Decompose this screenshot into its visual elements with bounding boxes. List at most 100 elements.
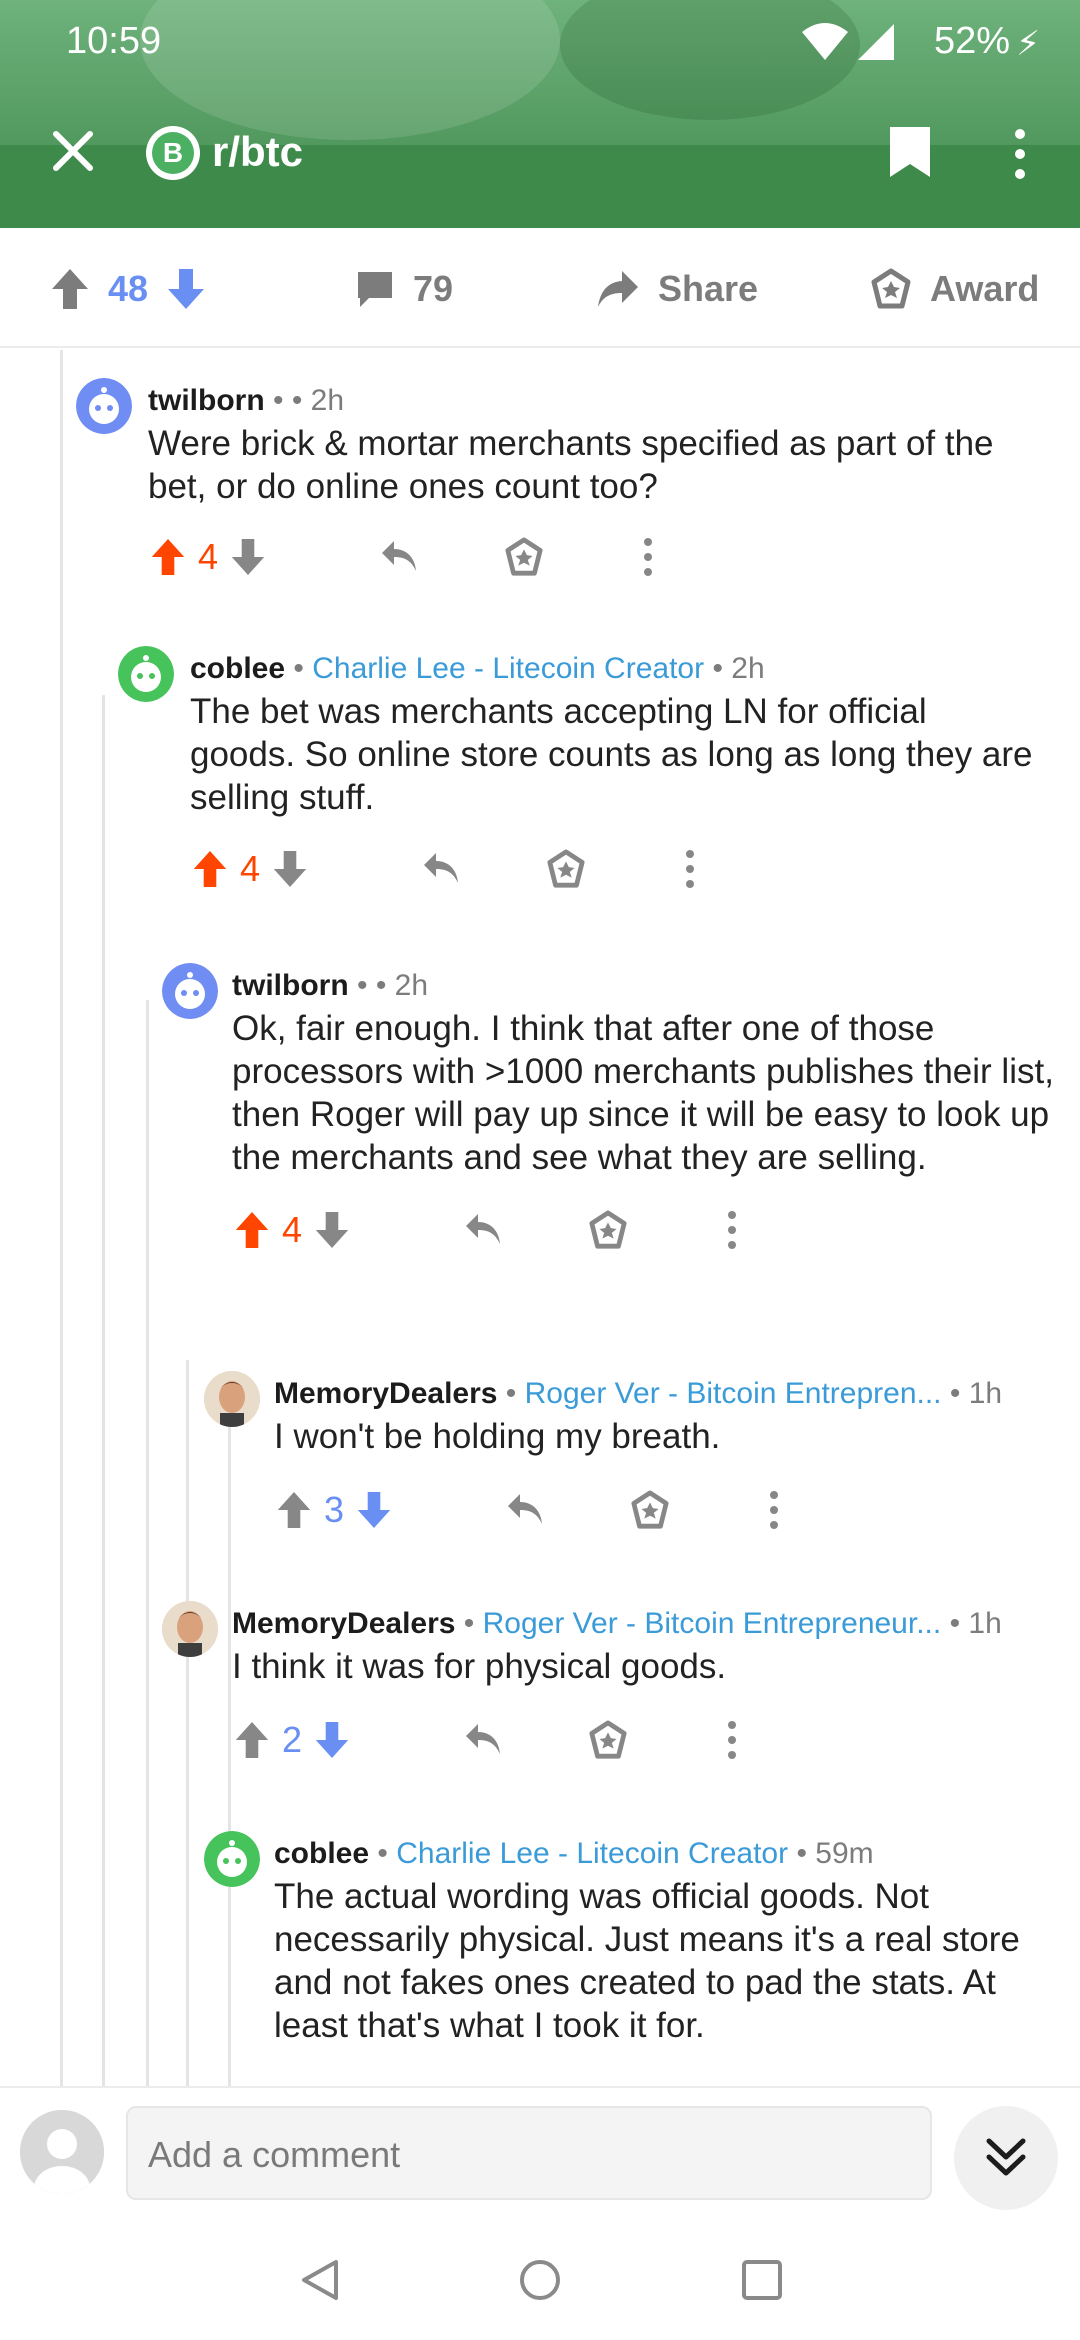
- comment-body: I think it was for physical goods.: [232, 1647, 727, 1686]
- downvote-icon[interactable]: [166, 267, 206, 311]
- comment-score: 3: [324, 1489, 345, 1530]
- award-icon[interactable]: [504, 532, 544, 582]
- award-icon[interactable]: [588, 1715, 628, 1765]
- comment-meta: twilborn • • 2h: [232, 969, 428, 1003]
- comment-author[interactable]: MemoryDealers: [274, 1377, 497, 1410]
- comment-actions: 3: [276, 1485, 1056, 1535]
- comment-composer: Add a comment: [0, 2086, 1080, 2216]
- upvote-icon[interactable]: [276, 1490, 312, 1530]
- avatar[interactable]: [204, 1371, 260, 1427]
- thread-line[interactable]: [186, 1360, 189, 2086]
- current-user-avatar[interactable]: [20, 2110, 104, 2194]
- comment-meta: coblee • Charlie Lee - Litecoin Creator …: [274, 1837, 874, 1871]
- user-flair: Roger Ver - Bitcoin Entrepren...: [524, 1377, 942, 1410]
- more-options-icon[interactable]: [684, 844, 696, 894]
- comment-score: 4: [240, 848, 261, 889]
- reply-icon[interactable]: [506, 1485, 546, 1535]
- meta-separator: •: [497, 1377, 525, 1410]
- meta-separator: •: [264, 384, 292, 417]
- recents-icon[interactable]: [740, 2258, 784, 2302]
- thread-line[interactable]: [60, 350, 63, 2086]
- comment-meta: coblee • Charlie Lee - Litecoin Creator …: [190, 652, 765, 686]
- status-bar: 10:59 52% ⚡: [0, 18, 1080, 68]
- share-button[interactable]: Share: [596, 264, 758, 314]
- reply-icon[interactable]: [464, 1715, 504, 1765]
- upvote-icon[interactable]: [150, 537, 186, 577]
- avatar[interactable]: [162, 1601, 218, 1657]
- thread-line[interactable]: [146, 1000, 149, 2086]
- comment-author[interactable]: MemoryDealers: [232, 1607, 455, 1640]
- comment-thread[interactable]: twilborn • • 2h Were brick & mortar merc…: [0, 350, 1080, 2086]
- post-action-bar: 48 79 Share Award: [0, 228, 1080, 348]
- comment-body: Were brick & mortar merchants specified …: [148, 424, 994, 506]
- award-icon[interactable]: [588, 1205, 628, 1255]
- add-comment-input[interactable]: Add a comment: [126, 2106, 932, 2200]
- upvote-icon[interactable]: [234, 1720, 270, 1760]
- subreddit-name[interactable]: r/btc: [212, 128, 303, 176]
- comment-score: 4: [282, 1209, 303, 1250]
- thread-line[interactable]: [102, 695, 105, 2086]
- vote-group: 4: [234, 1205, 350, 1255]
- award-icon: [871, 268, 911, 309]
- more-options-icon[interactable]: [726, 1205, 738, 1255]
- downvote-icon[interactable]: [314, 1720, 350, 1760]
- home-icon[interactable]: [518, 2258, 562, 2302]
- next-comment-button[interactable]: [954, 2106, 1058, 2210]
- comment-body: I won't be holding my breath.: [274, 1417, 721, 1456]
- award-icon[interactable]: [630, 1485, 670, 1535]
- bookmark-icon[interactable]: [887, 124, 933, 180]
- comments-count-button[interactable]: 79: [355, 264, 453, 314]
- default-avatar-icon: [20, 2110, 104, 2194]
- avatar[interactable]: [118, 646, 174, 702]
- avatar[interactable]: [204, 1831, 260, 1887]
- upvote-icon[interactable]: [50, 267, 90, 311]
- comment-body: The bet was merchants accepting LN for o…: [190, 692, 1033, 817]
- snoo-avatar-icon: [162, 963, 218, 1019]
- award-button[interactable]: Award: [870, 264, 1039, 314]
- downvote-icon[interactable]: [230, 537, 266, 577]
- upvote-icon[interactable]: [234, 1210, 270, 1250]
- comment-age: • 59m: [796, 1837, 874, 1870]
- comment-age: • 1h: [949, 1377, 1003, 1410]
- reply-icon[interactable]: [380, 532, 420, 582]
- upvote-icon[interactable]: [192, 849, 228, 889]
- award-icon[interactable]: [546, 844, 586, 894]
- more-options-icon[interactable]: [642, 532, 654, 582]
- top-nav: B r/btc: [0, 120, 1080, 190]
- downvote-icon[interactable]: [272, 849, 308, 889]
- comment-author[interactable]: coblee: [190, 652, 285, 685]
- reply-icon[interactable]: [464, 1205, 504, 1255]
- share-label: Share: [658, 268, 759, 309]
- comment-age: • 2h: [291, 384, 345, 417]
- comment-author[interactable]: coblee: [274, 1837, 369, 1870]
- reply-icon[interactable]: [422, 844, 462, 894]
- comment-body: The actual wording was official goods. N…: [274, 1877, 1020, 2045]
- post-score: 48: [108, 268, 149, 309]
- status-time: 10:59: [66, 20, 162, 62]
- comment-actions: 2: [234, 1715, 1054, 1765]
- avatar[interactable]: [76, 378, 132, 434]
- comment-author[interactable]: twilborn: [232, 969, 349, 1002]
- meta-separator: •: [285, 652, 313, 685]
- comment-author[interactable]: twilborn: [148, 384, 265, 417]
- comment-meta: twilborn • • 2h: [148, 384, 344, 418]
- comment-score: 4: [198, 536, 219, 577]
- system-navigation-bar: [0, 2216, 1080, 2340]
- meta-separator: •: [455, 1607, 483, 1640]
- app-header: 10:59 52% ⚡ B r/btc: [0, 0, 1080, 228]
- meta-separator: •: [348, 969, 376, 1002]
- downvote-icon[interactable]: [356, 1490, 392, 1530]
- more-options-icon[interactable]: [726, 1715, 738, 1765]
- award-label: Award: [930, 268, 1040, 309]
- more-options-icon[interactable]: [1010, 126, 1030, 182]
- battery-level: 52%: [933, 20, 1010, 62]
- more-options-icon[interactable]: [768, 1485, 780, 1535]
- close-icon[interactable]: [48, 126, 98, 176]
- comment-age: • 1h: [949, 1607, 1002, 1640]
- avatar[interactable]: [162, 963, 218, 1019]
- back-icon[interactable]: [298, 2258, 342, 2302]
- downvote-icon[interactable]: [314, 1210, 350, 1250]
- subreddit-icon[interactable]: B: [146, 126, 200, 180]
- cell-signal-icon: [858, 24, 894, 60]
- user-photo-avatar: [204, 1371, 260, 1427]
